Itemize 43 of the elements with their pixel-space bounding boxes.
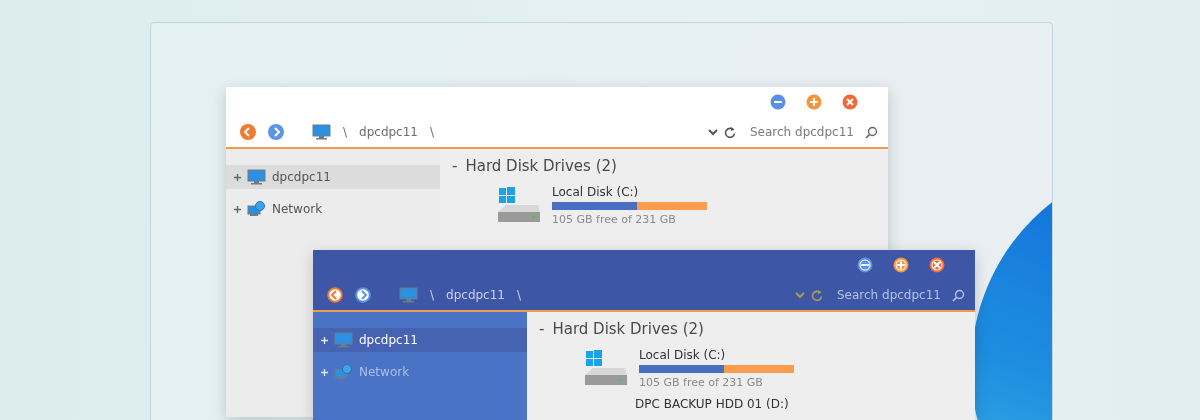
minimize-icon[interactable] <box>857 257 873 273</box>
search-icon[interactable] <box>952 288 965 302</box>
forward-icon[interactable] <box>355 287 371 303</box>
collapse-toggle[interactable]: - <box>539 320 545 338</box>
sidebar-item[interactable]: dpcdpc11 <box>313 328 527 352</box>
path-separator: \ <box>430 288 435 302</box>
computer-icon <box>312 124 331 140</box>
minimize-icon[interactable] <box>770 94 786 110</box>
search-icon[interactable] <box>865 125 878 139</box>
computer-icon <box>334 332 353 348</box>
section-heading: Hard Disk Drives (2) <box>552 320 704 338</box>
drive-name: Local Disk (C:) <box>552 185 640 199</box>
network-icon <box>247 201 266 217</box>
path-segment[interactable]: dpcdpc11 <box>359 125 418 139</box>
back-icon[interactable] <box>240 124 256 140</box>
drive-name: DPC BACKUP HDD 01 (D:) <box>635 397 790 411</box>
computer-icon <box>399 287 418 303</box>
back-icon[interactable] <box>327 287 343 303</box>
search-field[interactable]: Search dpcdpc11 <box>750 125 878 139</box>
search-field[interactable]: Search dpcdpc11 <box>837 288 965 302</box>
free-space-text: 105 GB free of 231 GB <box>639 376 764 389</box>
path-separator: \ <box>430 125 435 139</box>
close-icon[interactable] <box>929 257 945 273</box>
drive-name: Local Disk (C:) <box>639 348 727 362</box>
refresh-icon[interactable] <box>724 125 736 139</box>
expand-icon[interactable] <box>234 205 241 213</box>
drive-item[interactable]: Local Disk (C:) 105 GB free of 231 GB <box>496 185 888 226</box>
sidebar-item[interactable]: dpcdpc11 <box>226 165 440 189</box>
path-segment[interactable]: dpcdpc11 <box>446 288 505 302</box>
computer-icon <box>247 169 266 185</box>
maximize-icon[interactable] <box>893 257 909 273</box>
expand-icon[interactable] <box>234 173 241 181</box>
free-space-text: 105 GB free of 231 GB <box>552 213 677 226</box>
network-icon <box>334 364 353 380</box>
collapse-toggle[interactable]: - <box>452 157 458 175</box>
close-icon[interactable] <box>842 94 858 110</box>
path-separator: \ <box>517 288 522 302</box>
path-separator: \ <box>343 125 348 139</box>
section-heading: Hard Disk Drives (2) <box>465 157 617 175</box>
drive-item[interactable]: Local Disk (C:) 105 GB free of 231 GB <box>583 348 975 389</box>
chevron-down-icon[interactable] <box>708 128 718 136</box>
forward-icon[interactable] <box>268 124 284 140</box>
sidebar-item[interactable]: Network <box>226 197 440 221</box>
